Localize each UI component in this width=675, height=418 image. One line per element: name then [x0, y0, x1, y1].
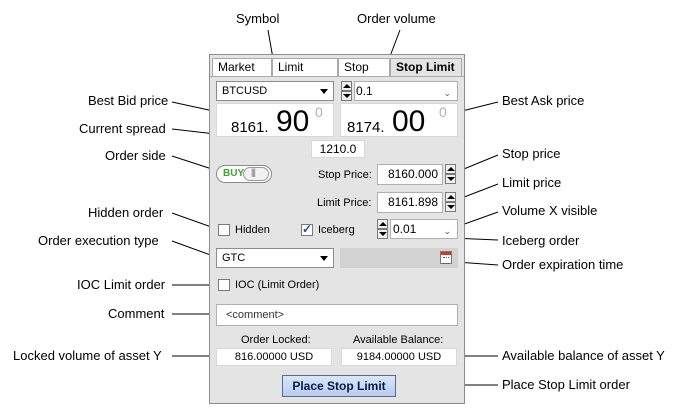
- order-panel: Market Limit Stop Stop Limit BTCUSD 0.1 …: [209, 54, 465, 404]
- place-stop-limit-button[interactable]: Place Stop Limit: [282, 375, 396, 397]
- toggle-knob-icon: [243, 167, 269, 181]
- stop-price-spin-icon[interactable]: [445, 164, 456, 184]
- annotation-available-balance: Available balance of asset Y: [502, 348, 665, 363]
- tab-stop[interactable]: Stop: [338, 58, 390, 76]
- annotation-expiration-time: Order expiration time: [502, 257, 624, 272]
- comment-input[interactable]: <comment>: [216, 304, 458, 326]
- calendar-icon[interactable]: [440, 251, 452, 264]
- symbol-value: BTCUSD: [222, 85, 268, 97]
- best-ask-price[interactable]: 8174. 00 0: [340, 103, 458, 138]
- symbol-select[interactable]: BTCUSD: [216, 81, 334, 101]
- best-bid-price[interactable]: 8161. 90 0: [216, 103, 334, 138]
- visible-volume-value: 0.01: [393, 222, 417, 236]
- side-label: BUY: [223, 168, 245, 179]
- locked-label: Order Locked:: [241, 334, 311, 346]
- ioc-checkbox[interactable]: [218, 279, 230, 291]
- chevron-down-icon: ⌄: [443, 226, 451, 236]
- tab-stop-limit[interactable]: Stop Limit: [390, 58, 462, 76]
- execution-type-value: GTC: [222, 252, 246, 264]
- bid-big: 90: [276, 105, 310, 138]
- tab-market[interactable]: Market: [212, 58, 272, 76]
- iceberg-label: Iceberg: [318, 224, 355, 236]
- annotation-order-side: Order side: [105, 148, 166, 163]
- annotation-limit-price: Limit price: [502, 175, 562, 190]
- limit-price-label: Limit Price:: [317, 197, 372, 209]
- annotation-symbol: Symbol: [236, 11, 280, 26]
- available-value: 9184.00000 USD: [341, 348, 457, 366]
- limit-price-spin-icon[interactable]: [445, 192, 456, 212]
- annotation-stop-price: Stop price: [502, 146, 561, 161]
- annotation-volume-visible: Volume X visible: [502, 203, 598, 218]
- bid-sup: 0: [315, 104, 323, 120]
- annotation-order-volume: Order volume: [357, 11, 436, 26]
- tab-divider: [210, 76, 464, 77]
- volume-value: 0.1: [356, 84, 373, 98]
- ask-big: 00: [392, 105, 426, 138]
- annotation-comment: Comment: [108, 306, 165, 321]
- stop-price-input[interactable]: 8160.000: [377, 164, 443, 185]
- annotation-iceberg-order: Iceberg order: [502, 233, 580, 248]
- stop-price-label: Stop Price:: [318, 169, 372, 181]
- hidden-label: Hidden: [235, 224, 270, 236]
- annotation-place-order: Place Stop Limit order: [502, 377, 630, 392]
- visible-volume-input[interactable]: 0.01 ⌄: [390, 219, 458, 239]
- ioc-label: IOC (Limit Order): [235, 279, 320, 291]
- volume-spin-icon[interactable]: [341, 81, 352, 101]
- chevron-down-icon: ⌄: [443, 88, 451, 98]
- limit-price-input[interactable]: 8161.898: [377, 192, 443, 213]
- annotation-hidden-order: Hidden order: [88, 205, 164, 220]
- current-spread: 1210.0: [311, 140, 365, 158]
- order-side-toggle[interactable]: BUY: [216, 165, 272, 183]
- visible-volume-spin-icon[interactable]: [377, 219, 388, 239]
- annotation-best-bid: Best Bid price: [88, 93, 169, 108]
- locked-value: 816.00000 USD: [216, 348, 332, 366]
- annotation-best-ask: Best Ask price: [502, 93, 585, 108]
- annotation-locked-volume: Locked volume of asset Y: [13, 348, 162, 363]
- dropdown-arrow-icon: [320, 89, 328, 94]
- iceberg-checkbox[interactable]: [301, 222, 313, 236]
- annotation-current-spread: Current spread: [79, 121, 166, 136]
- ask-int: 8174.: [347, 119, 385, 136]
- volume-input[interactable]: 0.1 ⌄: [354, 81, 458, 101]
- dropdown-arrow-icon: [320, 256, 328, 261]
- available-label: Available Balance:: [353, 334, 444, 346]
- ask-sup: 0: [439, 104, 447, 120]
- bid-int: 8161.: [231, 119, 269, 136]
- hidden-checkbox[interactable]: [218, 224, 230, 236]
- annotation-execution-type: Order execution type: [38, 233, 159, 248]
- annotation-ioc-limit: IOC Limit order: [77, 277, 166, 292]
- execution-type-select[interactable]: GTC: [216, 248, 334, 268]
- tab-limit[interactable]: Limit: [272, 58, 338, 76]
- expiration-time-field[interactable]: [340, 248, 458, 268]
